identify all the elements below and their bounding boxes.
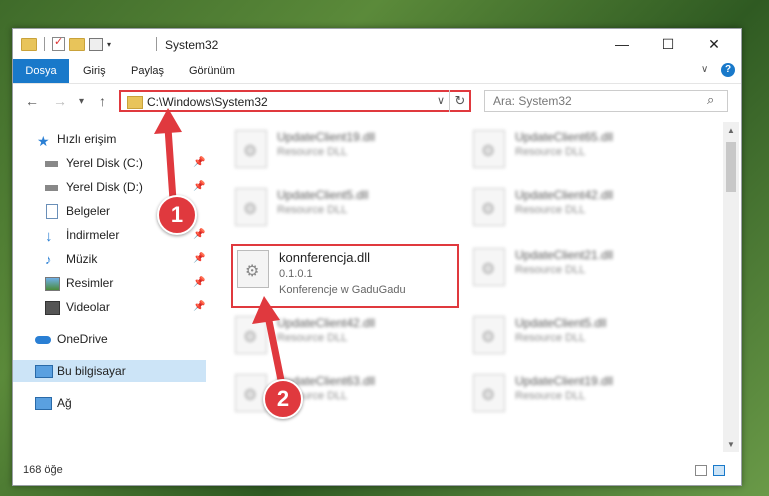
arrow-2-line xyxy=(264,312,286,389)
arrow-1-line xyxy=(164,124,177,204)
step-1-badge: 1 xyxy=(157,195,197,235)
step-2-badge: 2 xyxy=(263,379,303,419)
arrow-1-head xyxy=(154,108,182,134)
annotation-arrows xyxy=(154,108,286,389)
arrow-2-head xyxy=(252,296,280,324)
